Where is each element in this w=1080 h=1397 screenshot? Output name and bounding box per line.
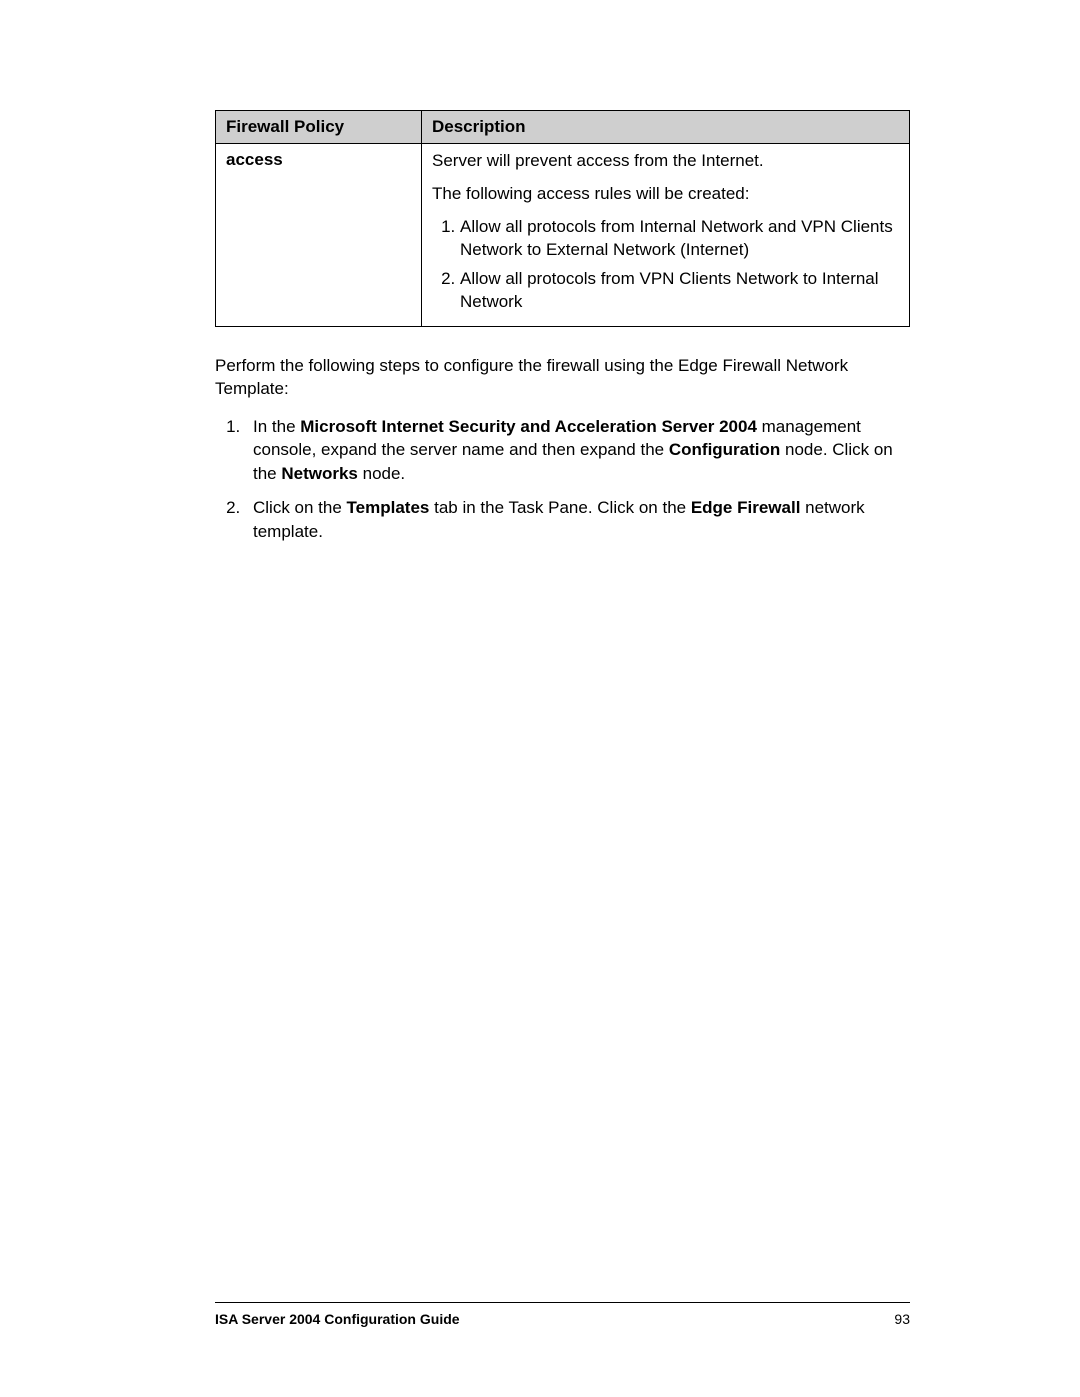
step1-bold-1: Microsoft Internet Security and Accelera… <box>300 417 757 436</box>
document-page: Firewall Policy Description access Serve… <box>0 0 1080 1397</box>
intro-paragraph: Perform the following steps to configure… <box>215 355 910 401</box>
cell-description: Server will prevent access from the Inte… <box>422 144 910 327</box>
step1-bold-3: Networks <box>281 464 358 483</box>
step1-text-post: node. <box>358 464 405 483</box>
footer-title: ISA Server 2004 Configuration Guide <box>215 1311 460 1327</box>
desc-para-2: The following access rules will be creat… <box>432 183 899 206</box>
page-footer: ISA Server 2004 Configuration Guide 93 <box>215 1302 910 1327</box>
table-row: access Server will prevent access from t… <box>216 144 910 327</box>
desc-para-1: Server will prevent access from the Inte… <box>432 150 899 173</box>
desc-rules-list: Allow all protocols from Internal Networ… <box>432 216 899 314</box>
header-firewall-policy: Firewall Policy <box>216 111 422 144</box>
step2-text-pre: Click on the <box>253 498 347 517</box>
cell-policy-name: access <box>216 144 422 327</box>
step-1: In the Microsoft Internet Security and A… <box>245 415 910 486</box>
step2-bold-1: Templates <box>347 498 430 517</box>
footer-page-number: 93 <box>894 1311 910 1327</box>
step2-bold-2: Edge Firewall <box>691 498 801 517</box>
rule-item-1: Allow all protocols from Internal Networ… <box>460 216 899 262</box>
header-description: Description <box>422 111 910 144</box>
step1-bold-2: Configuration <box>669 440 780 459</box>
body-text: Perform the following steps to configure… <box>215 355 910 544</box>
step-2: Click on the Templates tab in the Task P… <box>245 496 910 544</box>
rule-item-2: Allow all protocols from VPN Clients Net… <box>460 268 899 314</box>
step2-text-mid1: tab in the Task Pane. Click on the <box>429 498 690 517</box>
firewall-policy-table: Firewall Policy Description access Serve… <box>215 110 910 327</box>
step1-text-pre: In the <box>253 417 300 436</box>
steps-list: In the Microsoft Internet Security and A… <box>215 415 910 544</box>
table-header-row: Firewall Policy Description <box>216 111 910 144</box>
